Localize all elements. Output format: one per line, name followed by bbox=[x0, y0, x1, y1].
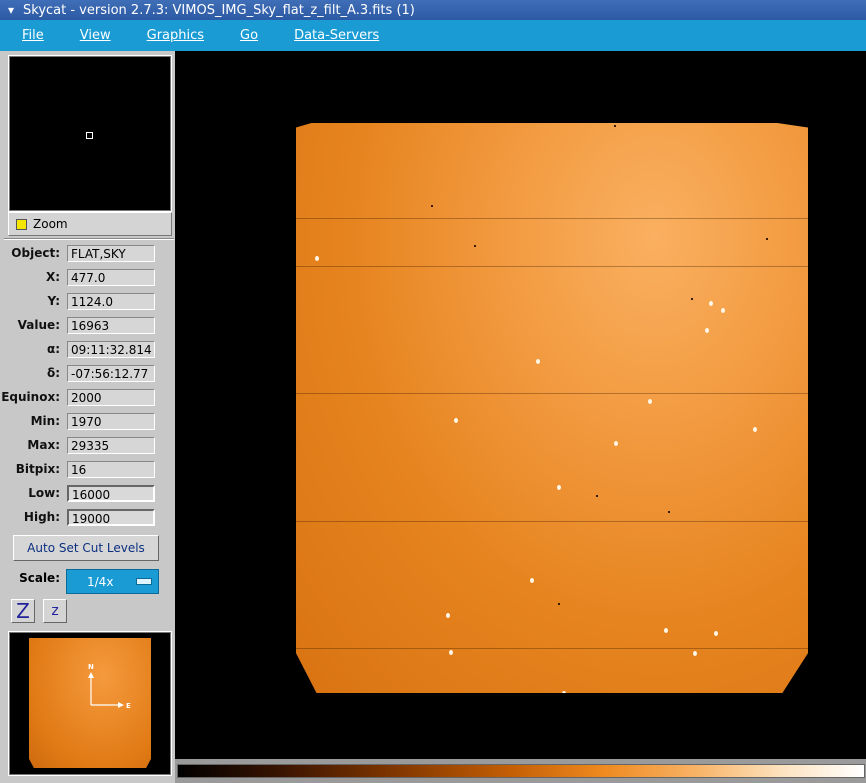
field-value: 477.0 bbox=[67, 268, 155, 286]
menu-data-servers[interactable]: Data-Servers bbox=[294, 28, 379, 43]
window-title: Skycat - version 2.7.3: VIMOS_IMG_Sky_fl… bbox=[23, 2, 415, 18]
field-label: α: bbox=[46, 342, 60, 356]
field-label: X: bbox=[45, 270, 60, 284]
scale-value: 1/4x bbox=[87, 574, 114, 589]
compass-north: N bbox=[88, 663, 94, 671]
scale-label: Scale: bbox=[19, 571, 60, 585]
star bbox=[557, 485, 561, 490]
low-cut-input[interactable]: 16000 bbox=[67, 484, 155, 502]
fits-image[interactable] bbox=[296, 123, 808, 693]
high-cut-input[interactable]: 19000 bbox=[67, 508, 155, 526]
zoom-label: Zoom bbox=[33, 217, 68, 231]
field-label: Min: bbox=[30, 414, 60, 428]
divider bbox=[4, 238, 174, 240]
zoom-out-button[interactable]: z bbox=[43, 599, 67, 623]
dark-pixel bbox=[691, 298, 693, 300]
star bbox=[562, 691, 566, 693]
field-value: 2000 bbox=[67, 388, 155, 406]
field-value: -07:56:12.77 bbox=[67, 364, 155, 382]
star bbox=[716, 693, 720, 698]
detector-row-line bbox=[296, 266, 808, 267]
field-label: δ: bbox=[46, 366, 60, 380]
dark-pixel bbox=[668, 511, 670, 513]
field-equinox: Equinox: 2000 bbox=[0, 387, 175, 407]
dark-pixel bbox=[614, 125, 616, 127]
field-low: Low: 16000 bbox=[0, 483, 175, 503]
field-high: High: 19000 bbox=[0, 507, 175, 527]
dark-pixel bbox=[558, 603, 560, 605]
star bbox=[664, 628, 668, 633]
auto-set-cut-levels-button[interactable]: Auto Set Cut Levels bbox=[13, 535, 159, 561]
field-value: FLAT,SKY bbox=[67, 244, 155, 262]
field-label: High: bbox=[23, 510, 60, 524]
zoom-checkbox-icon[interactable] bbox=[16, 218, 27, 230]
menu-view[interactable]: View bbox=[80, 28, 111, 43]
image-canvas[interactable] bbox=[175, 51, 866, 759]
menu-bar: File View Graphics Go Data-Servers bbox=[0, 20, 866, 52]
zoom-in-button[interactable]: Z bbox=[11, 599, 35, 623]
field-value: 16963 bbox=[67, 316, 155, 334]
star bbox=[753, 427, 757, 432]
field-max: Max: 29335 bbox=[0, 435, 175, 455]
colorbar[interactable] bbox=[175, 759, 866, 783]
dark-pixel bbox=[766, 238, 768, 240]
field-label: Bitpix: bbox=[15, 462, 60, 476]
option-menu-indicator-icon bbox=[136, 578, 152, 585]
dark-pixel bbox=[596, 495, 598, 497]
field-ra: α: 09:11:32.814 bbox=[0, 339, 175, 359]
field-value-px: Value: 16963 bbox=[0, 315, 175, 335]
field-x: X: 477.0 bbox=[0, 267, 175, 287]
field-label: Low: bbox=[28, 486, 60, 500]
field-min: Min: 1970 bbox=[0, 411, 175, 431]
star bbox=[614, 441, 618, 446]
star bbox=[536, 359, 540, 364]
detector-row-line bbox=[296, 393, 808, 394]
panner-thumbnail[interactable]: N E bbox=[8, 631, 172, 776]
dark-pixel bbox=[474, 245, 476, 247]
detector-row-line bbox=[296, 521, 808, 522]
detector-row-line bbox=[296, 648, 808, 649]
compass-icon: N E bbox=[88, 663, 131, 710]
field-value: 29335 bbox=[67, 436, 155, 454]
star bbox=[530, 578, 534, 583]
star bbox=[705, 328, 709, 333]
star bbox=[721, 308, 725, 313]
field-value: 09:11:32.814 bbox=[67, 340, 155, 358]
field-object: Object: FLAT,SKY bbox=[0, 243, 175, 263]
zoom-toggle[interactable]: Zoom bbox=[8, 212, 172, 236]
pan-window[interactable] bbox=[8, 55, 172, 212]
field-value: 1970 bbox=[67, 412, 155, 430]
detector-row-line bbox=[296, 218, 808, 219]
control-panel: Zoom Object: FLAT,SKY X: 477.0 Y: 1124.0… bbox=[0, 51, 175, 783]
star bbox=[648, 399, 652, 404]
star bbox=[315, 256, 319, 261]
compass-east: E bbox=[126, 702, 131, 710]
star bbox=[714, 631, 718, 636]
star bbox=[454, 418, 458, 423]
field-label: Value: bbox=[17, 318, 60, 332]
window-menu-icon[interactable]: ▾ bbox=[2, 1, 20, 19]
pan-marker[interactable] bbox=[86, 132, 93, 139]
menu-file[interactable]: File bbox=[22, 28, 44, 43]
field-bitpix: Bitpix: 16 bbox=[0, 459, 175, 479]
field-value: 16 bbox=[67, 460, 155, 478]
menu-graphics[interactable]: Graphics bbox=[147, 28, 204, 43]
dark-pixel bbox=[431, 205, 433, 207]
field-dec: δ: -07:56:12.77 bbox=[0, 363, 175, 383]
field-label: Object: bbox=[11, 246, 60, 260]
menu-go[interactable]: Go bbox=[240, 28, 258, 43]
star bbox=[693, 651, 697, 656]
star bbox=[449, 650, 453, 655]
title-bar: ▾ Skycat - version 2.7.3: VIMOS_IMG_Sky_… bbox=[0, 0, 866, 20]
colorbar-gradient bbox=[177, 764, 865, 778]
field-label: Y: bbox=[47, 294, 60, 308]
field-label: Max: bbox=[27, 438, 60, 452]
scale-select[interactable]: 1/4x bbox=[66, 569, 159, 594]
field-label: Equinox: bbox=[1, 390, 60, 404]
field-value: 1124.0 bbox=[67, 292, 155, 310]
field-y: Y: 1124.0 bbox=[0, 291, 175, 311]
star bbox=[709, 301, 713, 306]
star bbox=[446, 613, 450, 618]
